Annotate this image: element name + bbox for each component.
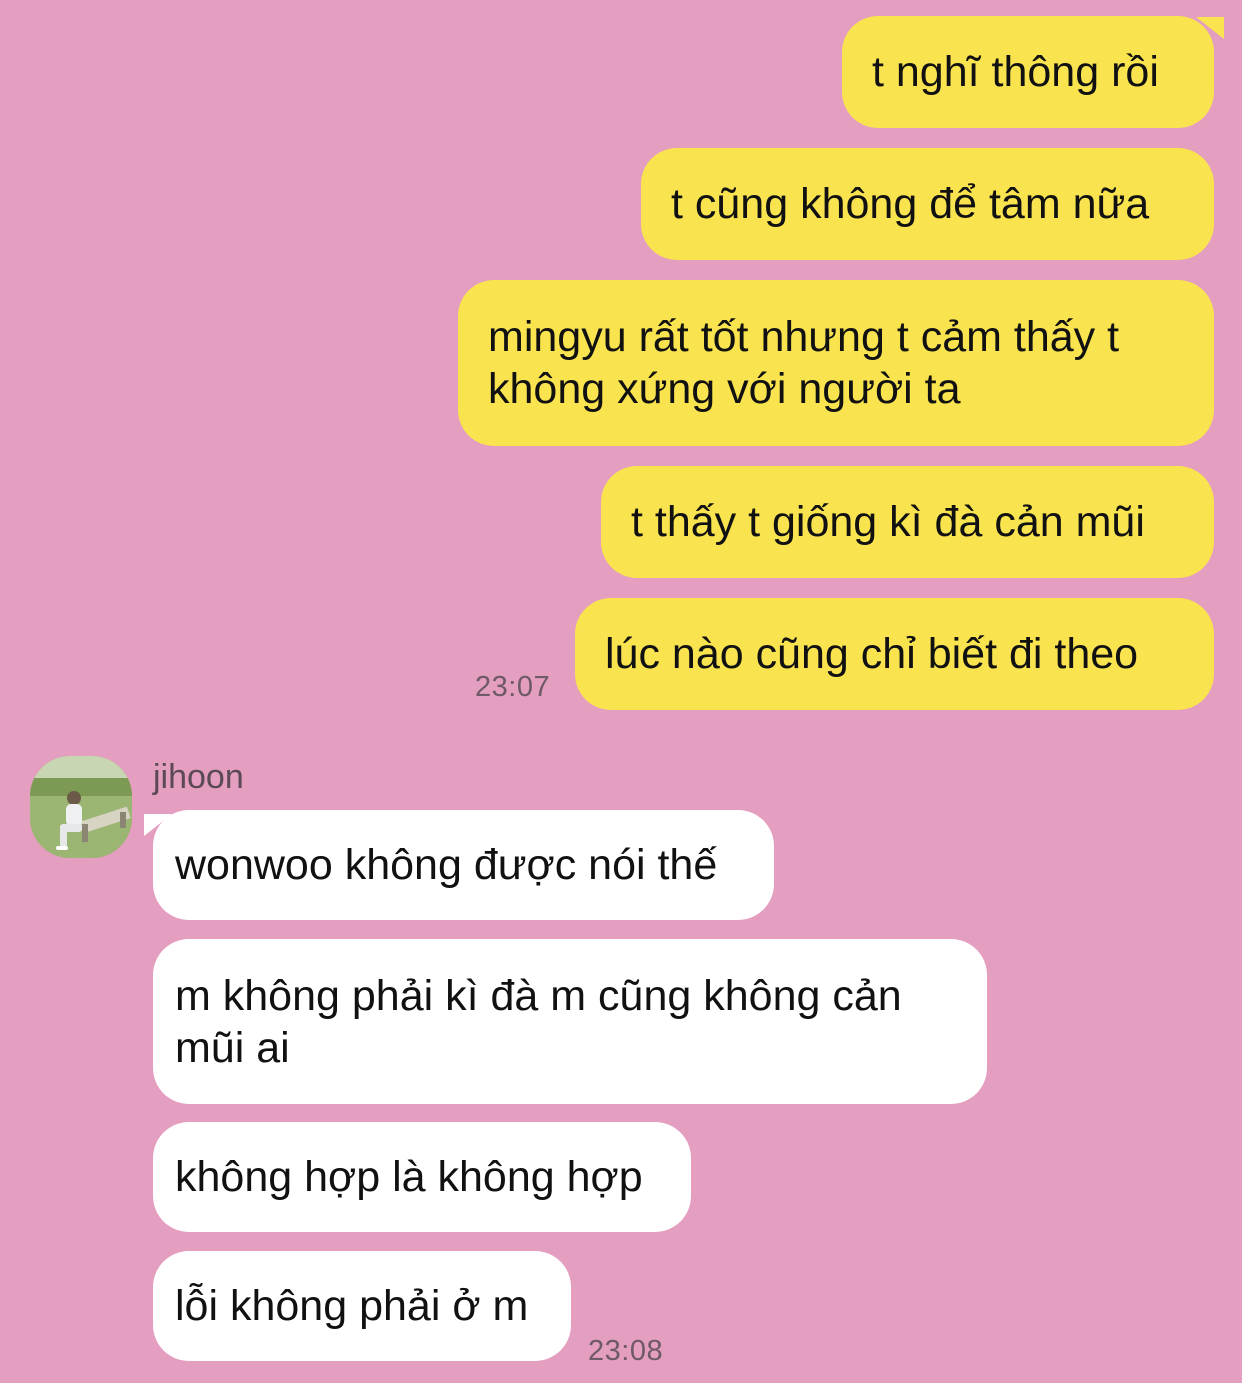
outgoing-message[interactable]: t thấy t giống kì đà cản mũi [601, 466, 1214, 578]
message-text: không hợp là không hợp [175, 1153, 643, 1201]
message-text: m không phải kì đà m cũng không cản mũi … [175, 971, 902, 1072]
contact-avatar[interactable] [30, 756, 132, 858]
outgoing-message[interactable]: t nghĩ thông rồi [842, 16, 1214, 128]
outgoing-message[interactable]: lúc nào cũng chỉ biết đi theo [575, 598, 1214, 710]
message-text: wonwoo không được nói thế [175, 841, 718, 889]
message-text: lúc nào cũng chỉ biết đi theo [605, 630, 1139, 678]
incoming-message[interactable]: m không phải kì đà m cũng không cản mũi … [153, 939, 987, 1104]
profile-photo-icon [30, 756, 132, 858]
contact-name: jihoon [153, 758, 244, 796]
outgoing-message[interactable]: t cũng không để tâm nữa [641, 148, 1214, 260]
outgoing-message[interactable]: mingyu rất tốt nhưng t cảm thấy t không … [458, 280, 1214, 446]
message-text: t nghĩ thông rồi [872, 48, 1159, 96]
message-text: mingyu rất tốt nhưng t cảm thấy t không … [488, 313, 1120, 413]
incoming-message[interactable]: wonwoo không được nói thế [153, 810, 774, 920]
message-text: t thấy t giống kì đà cản mũi [631, 498, 1145, 546]
message-text: t cũng không để tâm nữa [671, 180, 1150, 228]
incoming-message[interactable]: lỗi không phải ở m [153, 1251, 571, 1361]
message-timestamp: 23:08 [588, 1335, 664, 1367]
incoming-message[interactable]: không hợp là không hợp [153, 1122, 691, 1232]
message-text: lỗi không phải ở m [175, 1282, 529, 1330]
message-timestamp: 23:07 [475, 671, 551, 703]
